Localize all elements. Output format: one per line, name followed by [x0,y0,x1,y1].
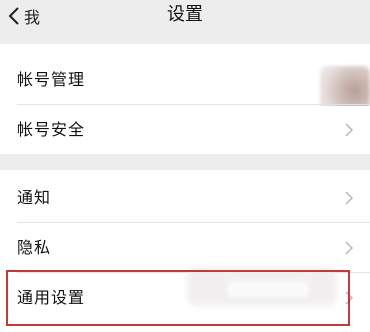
settings-item-label: 隐私 [17,238,52,257]
highlight-frame [6,270,350,326]
chevron-right-icon [345,191,354,205]
settings-item-label: 帐号安全 [17,120,86,139]
chevron-right-icon [345,123,354,137]
settings-item-privacy[interactable]: 隐私 [0,224,370,272]
row-divider [17,104,370,105]
settings-item-account-management[interactable]: 帐号管理 [0,56,370,116]
row-divider [17,222,370,223]
chevron-right-icon [345,241,354,255]
page-title: 设置 [167,4,203,25]
settings-item-account-security[interactable]: 帐号安全 [0,106,370,154]
settings-item-label: 帐号管理 [17,70,86,89]
settings-item-notifications[interactable]: 通知 [0,174,370,222]
nav-bar: 我 设置 [0,0,370,34]
settings-item-label: 通知 [17,188,52,207]
